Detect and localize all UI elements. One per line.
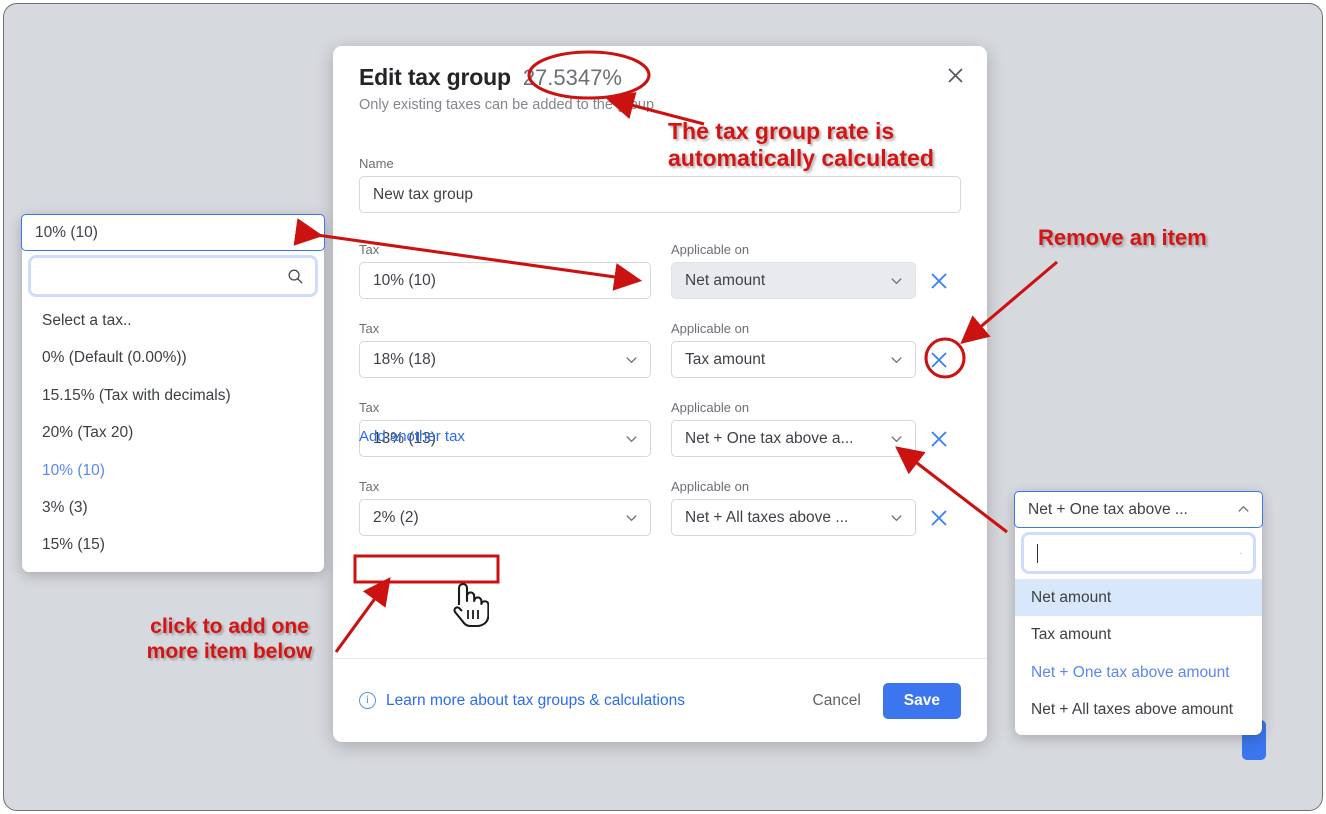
hand-cursor-icon (453, 582, 489, 628)
chevron-down-icon (626, 278, 637, 285)
remove-row-4-button[interactable] (928, 507, 950, 529)
applicable-search-box[interactable] (1024, 535, 1253, 571)
applicable-select-1[interactable]: Net amount (671, 262, 916, 299)
dialog-subtitle: Only existing taxes can be added to the … (359, 97, 655, 113)
list-item-hovered[interactable]: Net amount (1015, 579, 1262, 617)
chevron-down-icon (891, 436, 902, 443)
chevron-down-icon (626, 515, 637, 522)
remove-row-2-button[interactable] (928, 349, 950, 371)
tax-search-box[interactable] (31, 258, 315, 294)
save-button[interactable]: Save (882, 682, 961, 719)
dialog-footer: i Learn more about tax groups & calculat… (333, 658, 987, 742)
rate-annotation: The tax group rate is automatically calc… (668, 118, 934, 172)
add-another-tax-button[interactable]: Add another tax (359, 428, 465, 445)
applicable-select-3-value: Net + One tax above a... (685, 429, 854, 447)
list-item[interactable]: 0% (Default (0.00%)) (22, 339, 324, 376)
add-annotation: click to add one more item below (122, 615, 337, 665)
learn-more-link[interactable]: i Learn more about tax groups & calculat… (359, 692, 685, 710)
list-item[interactable]: 3% (3) (22, 489, 324, 526)
list-item-selected[interactable]: Net + One tax above amount (1015, 654, 1262, 691)
chevron-down-icon (891, 515, 902, 522)
applicable-search-wrap (1015, 527, 1262, 577)
applicable-on-popover: Net + One tax above ... Net amount Tax a… (1014, 491, 1263, 735)
list-item-selected[interactable]: 10% (10) (22, 452, 324, 489)
applicable-select-2[interactable]: Tax amount (671, 341, 916, 378)
tax-select-4-value: 2% (2) (373, 508, 419, 526)
chevron-up-icon (1238, 505, 1249, 512)
cancel-button[interactable]: Cancel (813, 692, 861, 710)
tax-select-2[interactable]: 18% (18) (359, 341, 651, 378)
table-row: Tax 18% (18) Applicable on Tax amount (359, 321, 961, 378)
list-item[interactable]: 20% (Tax 20) (22, 414, 324, 451)
applicable-on-label: Applicable on (671, 479, 750, 494)
tax-group-rate: 27.5347% (522, 65, 622, 90)
applicable-select-4[interactable]: Net + All taxes above ... (671, 499, 916, 536)
page-title: Edit tax group (359, 64, 511, 90)
tax-search-wrap (22, 250, 324, 300)
add-annotation-line2: more item below (146, 639, 313, 663)
chevron-down-icon (626, 357, 637, 364)
tax-label: Tax (359, 321, 380, 336)
list-item[interactable]: 15.15% (Tax with decimals) (22, 377, 324, 414)
applicable-select-1-value: Net amount (685, 271, 766, 289)
tax-select-combobox[interactable]: 10% (10) (21, 214, 325, 251)
tax-label: Tax (359, 242, 380, 257)
footer-actions: Cancel Save (813, 682, 961, 719)
app-background: Edit tax group 27.5347% Only existing ta… (3, 3, 1323, 811)
chevron-down-icon (626, 436, 637, 443)
add-annotation-line1: click to add one (150, 615, 309, 638)
applicable-on-combobox-value: Net + One tax above ... (1028, 500, 1188, 518)
applicable-select-2-value: Tax amount (685, 350, 766, 368)
tax-select-2-value: 18% (18) (373, 350, 436, 368)
dialog-header: Edit tax group 27.5347% (359, 64, 622, 91)
remove-row-1-button[interactable] (928, 270, 950, 292)
tax-option-list: Select a tax.. 0% (Default (0.00%)) 15.1… (22, 300, 324, 564)
applicable-option-list: Net amount Tax amount Net + One tax abov… (1015, 577, 1262, 729)
applicable-on-label: Applicable on (671, 242, 750, 257)
close-icon[interactable] (942, 62, 968, 88)
tax-select-popover: 10% (10) Select a tax.. 0% (Default (0.0… (21, 214, 325, 572)
tax-label: Tax (359, 400, 380, 415)
tax-select-1-value: 10% (10) (373, 271, 436, 289)
chevron-up-icon (300, 228, 311, 235)
applicable-select-3[interactable]: Net + One tax above a... (671, 420, 916, 457)
name-input[interactable] (359, 176, 961, 213)
remove-annotation: Remove an item (1038, 225, 1207, 250)
search-icon (288, 269, 303, 284)
info-circle-icon: i (359, 692, 376, 709)
applicable-search-input[interactable] (1041, 544, 1241, 562)
list-item[interactable]: Net + All taxes above amount (1015, 691, 1262, 728)
learn-more-label: Learn more about tax groups & calculatio… (386, 691, 685, 709)
tax-select-combobox-value: 10% (10) (35, 223, 98, 241)
list-item[interactable]: 15% (15) (22, 526, 324, 563)
chevron-down-icon (891, 278, 902, 285)
table-row: Tax 10% (10) Applicable on Net amount (359, 242, 961, 299)
list-item[interactable]: Select a tax.. (22, 302, 324, 339)
search-icon (1240, 552, 1242, 554)
list-item[interactable]: Tax amount (1015, 616, 1262, 653)
rate-annotation-line1: The tax group rate is (668, 118, 895, 144)
applicable-on-label: Applicable on (671, 400, 750, 415)
tax-label: Tax (359, 479, 380, 494)
applicable-on-label: Applicable on (671, 321, 750, 336)
chevron-down-icon (891, 357, 902, 364)
table-row: Tax 2% (2) Applicable on Net + All taxes… (359, 479, 961, 536)
rate-annotation-line2: automatically calculated (668, 145, 934, 172)
applicable-select-4-value: Net + All taxes above ... (685, 508, 849, 526)
applicable-on-combobox[interactable]: Net + One tax above ... (1014, 491, 1263, 528)
remove-row-3-button[interactable] (928, 428, 950, 450)
tax-rows-list: Tax 10% (10) Applicable on Net amount Ta… (359, 242, 961, 558)
tax-search-input[interactable] (44, 267, 287, 285)
tax-select-1[interactable]: 10% (10) (359, 262, 651, 299)
tax-select-4[interactable]: 2% (2) (359, 499, 651, 536)
